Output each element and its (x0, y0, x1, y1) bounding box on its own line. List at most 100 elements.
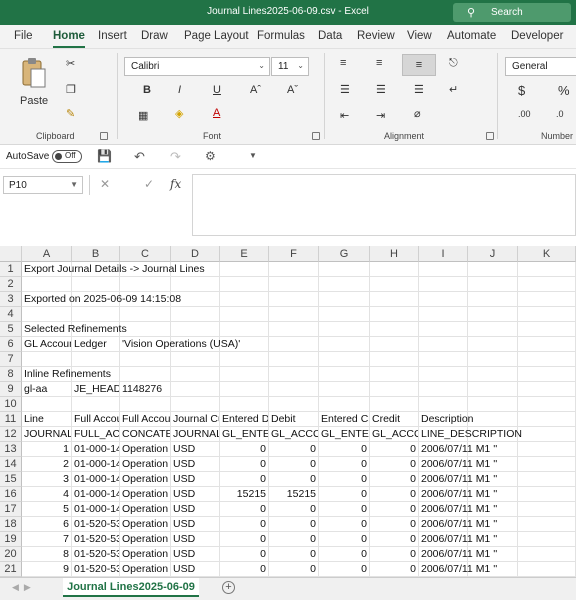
tab-view[interactable]: View (407, 30, 432, 42)
cell-f17[interactable]: 0 (269, 502, 318, 517)
cell-c16[interactable]: Operation (120, 487, 170, 502)
row-header[interactable]: 9 (0, 382, 22, 397)
row-header[interactable]: 16 (0, 487, 22, 502)
fill-color-icon[interactable]: ◈ (175, 107, 183, 120)
cell-f20[interactable]: 0 (269, 547, 318, 562)
row-header[interactable]: 3 (0, 292, 22, 307)
cell-b17[interactable]: 01-000-14 (72, 502, 119, 517)
name-box[interactable]: P10 ▼ (3, 176, 83, 194)
row-header[interactable]: 13 (0, 442, 22, 457)
cell-h19[interactable]: 0 (370, 532, 418, 547)
cell-b15[interactable]: 01-000-14 (72, 472, 119, 487)
cell-c20[interactable]: Operation (120, 547, 170, 562)
alignment-launcher-icon[interactable] (486, 132, 494, 140)
cell-e11[interactable]: Entered De (220, 412, 268, 427)
font-name-dropdown[interactable]: Calibri ⌄ (124, 57, 270, 76)
cell-c14[interactable]: Operation (120, 457, 170, 472)
cell-b12[interactable]: FULL_ACC (72, 427, 119, 442)
row-header[interactable]: 6 (0, 337, 22, 352)
row-header[interactable]: 1 (0, 262, 22, 277)
cell-i14[interactable]: 2006/07/11 M1 '' (419, 457, 517, 472)
tab-insert[interactable]: Insert (98, 30, 127, 42)
increase-font-icon[interactable]: Aˆ (250, 84, 261, 96)
align-center-icon[interactable]: ☰ (376, 83, 386, 96)
cancel-entry-icon[interactable]: ✕ (100, 177, 110, 191)
cell-a16[interactable]: 4 (22, 487, 71, 502)
tab-developer[interactable]: Developer (511, 30, 563, 42)
cell-i21[interactable]: 2006/07/11 M1 '' (419, 562, 517, 577)
cell-g21[interactable]: 0 (319, 562, 369, 577)
tab-formulas[interactable]: Formulas (257, 30, 305, 42)
font-color-icon[interactable]: A (213, 107, 220, 119)
column-header-c[interactable]: C (120, 246, 171, 262)
cell-d16[interactable]: USD (171, 487, 219, 502)
cell-f16[interactable]: 15215 (269, 487, 318, 502)
column-header-a[interactable]: A (22, 246, 72, 262)
cell-d15[interactable]: USD (171, 472, 219, 487)
cell-c12[interactable]: CONCATE (120, 427, 170, 442)
cell-c17[interactable]: Operation (120, 502, 170, 517)
tab-automate[interactable]: Automate (447, 30, 496, 42)
chevron-down-icon[interactable]: ▼ (249, 151, 257, 160)
cell-h16[interactable]: 0 (370, 487, 418, 502)
font-launcher-icon[interactable] (312, 132, 320, 140)
bold-icon[interactable]: B (143, 84, 151, 96)
cell-g19[interactable]: 0 (319, 532, 369, 547)
merge-center-icon[interactable]: ⌀ (414, 107, 421, 120)
italic-icon[interactable]: I (178, 84, 181, 96)
cell-i15[interactable]: 2006/07/11 M1 '' (419, 472, 517, 487)
column-header-i[interactable]: I (419, 246, 468, 262)
cell-a12[interactable]: JOURNAL_ (22, 427, 71, 442)
cell-d11[interactable]: Journal Cu (171, 412, 219, 427)
cut-icon[interactable]: ✂ (66, 57, 75, 70)
row-header[interactable]: 8 (0, 367, 22, 382)
cell-b14[interactable]: 01-000-14 (72, 457, 119, 472)
cell-f19[interactable]: 0 (269, 532, 318, 547)
cell-a9[interactable]: gl-aa (22, 382, 71, 397)
cell-b21[interactable]: 01-520-53 (72, 562, 119, 577)
cell-e12[interactable]: GL_ENTER (220, 427, 268, 442)
row-header[interactable]: 4 (0, 307, 22, 322)
cell-i19[interactable]: 2006/07/11 M1 '' (419, 532, 517, 547)
currency-icon[interactable]: $ (518, 83, 525, 98)
cell-d21[interactable]: USD (171, 562, 219, 577)
cell-g13[interactable]: 0 (319, 442, 369, 457)
cell-b11[interactable]: Full Accou (72, 412, 119, 427)
row-header[interactable]: 20 (0, 547, 22, 562)
cell-a3[interactable]: Exported on 2025-06-09 14:15:08 (22, 292, 575, 307)
cell-a11[interactable]: Line (22, 412, 71, 427)
cell-c9[interactable]: 1148276 (120, 382, 575, 397)
cell-g11[interactable]: Entered Cr (319, 412, 369, 427)
wrap-text-icon[interactable]: ↵ (449, 83, 458, 96)
cell-f14[interactable]: 0 (269, 457, 318, 472)
row-header[interactable]: 15 (0, 472, 22, 487)
cell-f15[interactable]: 0 (269, 472, 318, 487)
format-painter-icon[interactable]: ✎ (66, 107, 75, 120)
cell-e21[interactable]: 0 (220, 562, 268, 577)
cell-d20[interactable]: USD (171, 547, 219, 562)
row-header[interactable]: 5 (0, 322, 22, 337)
cell-a19[interactable]: 7 (22, 532, 71, 547)
cell-g16[interactable]: 0 (319, 487, 369, 502)
cell-b19[interactable]: 01-520-53 (72, 532, 119, 547)
borders-icon[interactable]: ▦ (138, 109, 148, 122)
cell-e13[interactable]: 0 (220, 442, 268, 457)
cell-h14[interactable]: 0 (370, 457, 418, 472)
undo-icon[interactable]: ↶ (134, 149, 145, 165)
cell-i13[interactable]: 2006/07/11 M1 '' (419, 442, 517, 457)
cell-a21[interactable]: 9 (22, 562, 71, 577)
cell-c18[interactable]: Operation (120, 517, 170, 532)
sheet-scroll-arrows[interactable]: ◀ ▶ (12, 582, 31, 593)
column-header-e[interactable]: E (220, 246, 269, 262)
insert-function-icon[interactable]: fx (170, 177, 181, 191)
cell-g12[interactable]: GL_ENTER (319, 427, 369, 442)
align-middle-icon[interactable]: ≡ (376, 57, 382, 69)
formula-input[interactable] (192, 174, 576, 236)
cell-d14[interactable]: USD (171, 457, 219, 472)
row-header[interactable]: 7 (0, 352, 22, 367)
cell-h20[interactable]: 0 (370, 547, 418, 562)
number-format-dropdown[interactable]: General (505, 57, 576, 76)
sheet-tab[interactable]: Journal Lines2025-06-09 (63, 578, 199, 597)
cell-g20[interactable]: 0 (319, 547, 369, 562)
cell-a6[interactable]: GL Accoun (22, 337, 71, 352)
